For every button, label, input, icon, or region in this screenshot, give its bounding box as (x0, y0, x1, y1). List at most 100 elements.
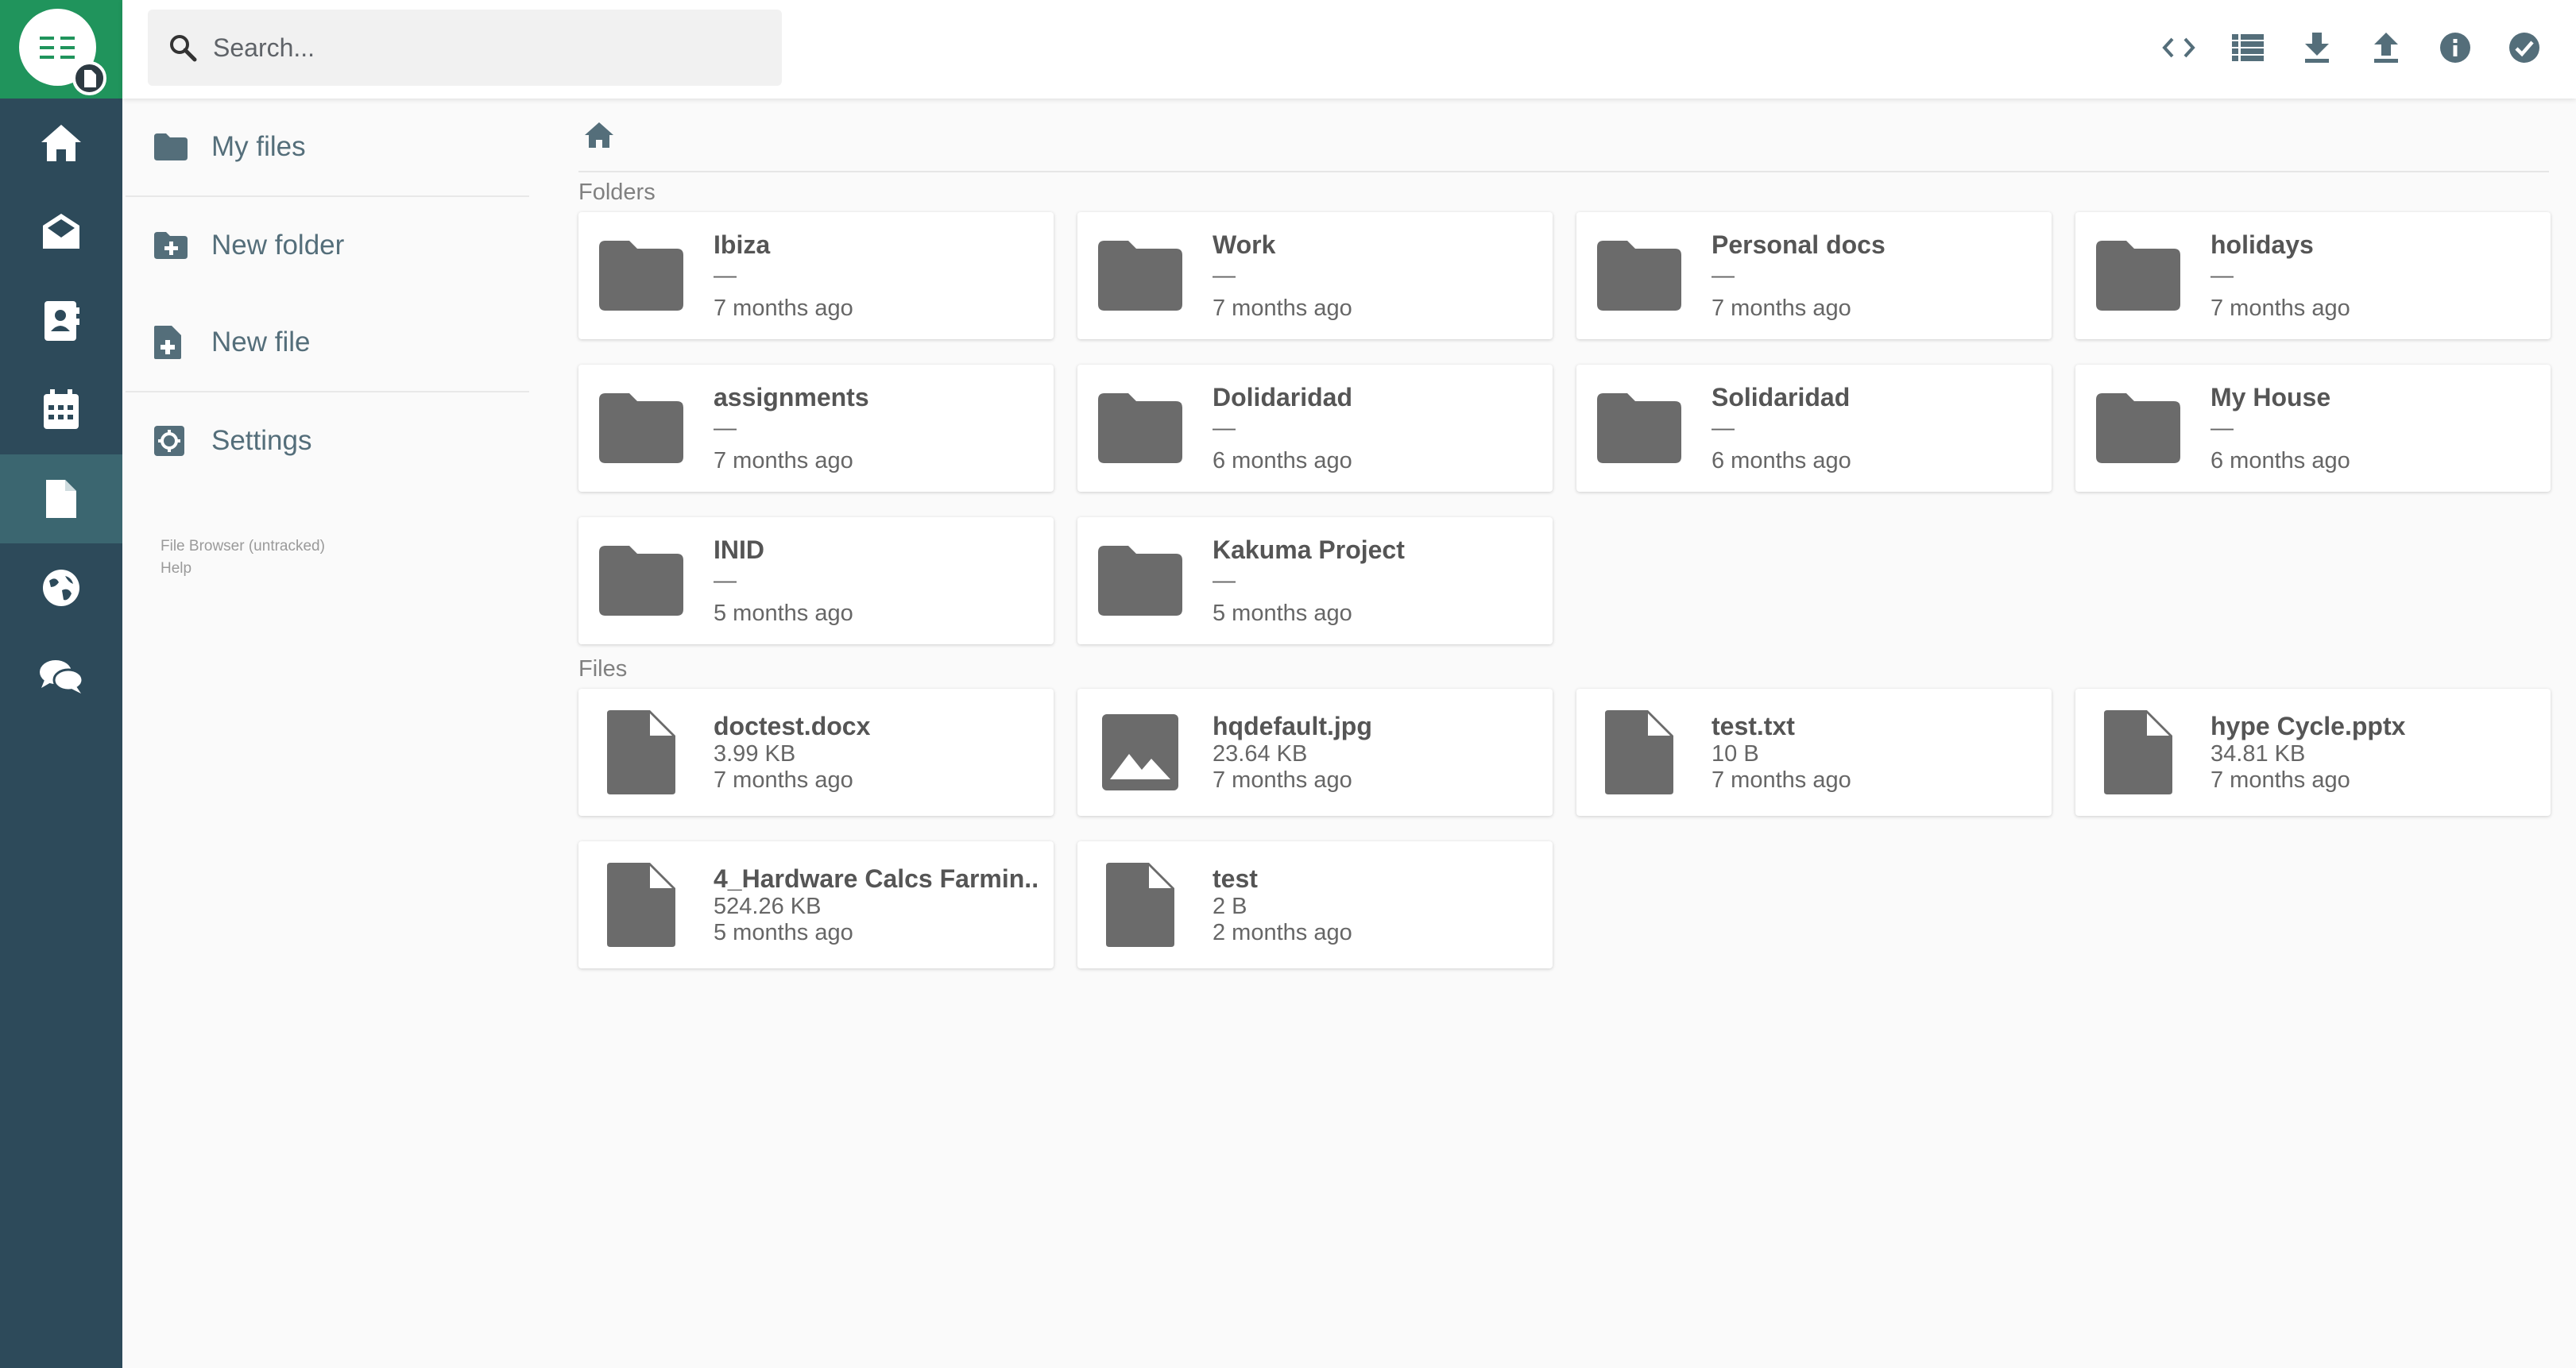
list-view-button[interactable] (2228, 24, 2268, 71)
item-modified: 6 months ago (2210, 447, 2350, 473)
item-size: — (2210, 415, 2234, 441)
folders-heading: Folders (578, 180, 656, 205)
folder-icon (1097, 385, 1184, 472)
upload-button[interactable] (2366, 24, 2406, 71)
image-icon (1097, 709, 1184, 796)
folder-item[interactable]: INID — 5 months ago (578, 517, 1054, 644)
file-item[interactable]: test.txt 10 B 7 months ago (1576, 689, 2052, 816)
item-name: Dolidaridad (1213, 382, 1353, 412)
top-bar (122, 0, 2576, 99)
folder-item[interactable]: Personal docs — 7 months ago (1576, 212, 2052, 339)
folder-icon (1595, 385, 1683, 472)
file-item[interactable]: 4_Hardware Calcs Farmin... 524.26 KB 5 m… (578, 841, 1054, 968)
rail-chat[interactable] (0, 632, 122, 721)
note-add-icon (154, 326, 189, 359)
file-icon (598, 709, 685, 796)
item-size: — (1213, 262, 1236, 288)
settings-icon (154, 426, 189, 456)
item-size: 23.64 KB (1213, 740, 1308, 767)
chat-icon (40, 660, 84, 694)
rail-files[interactable] (0, 454, 122, 543)
file-grid: doctest.docx 3.99 KB 7 months ago hqdefa… (578, 689, 2551, 968)
download-button[interactable] (2297, 24, 2337, 71)
home-icon[interactable] (583, 121, 615, 149)
files-heading: Files (578, 656, 628, 682)
rail-contacts[interactable] (0, 276, 122, 365)
item-name: assignments (714, 382, 869, 412)
sidebar-item-my-files[interactable]: My files (122, 99, 529, 195)
folder-icon (2094, 385, 2182, 472)
item-size: — (2210, 262, 2234, 288)
sidebar-item-settings[interactable]: Settings (122, 392, 529, 489)
item-modified: 7 months ago (2210, 295, 2350, 321)
folder-item[interactable]: Solidaridad — 6 months ago (1576, 365, 2052, 492)
folder-icon (1595, 232, 1683, 319)
item-name: Kakuma Project (1213, 535, 1405, 564)
breadcrumb (578, 99, 2549, 172)
item-modified: 7 months ago (1213, 295, 1352, 321)
folder-item[interactable]: Kakuma Project — 5 months ago (1077, 517, 1553, 644)
item-size: 2 B (1213, 893, 1247, 919)
folder-item[interactable]: Dolidaridad — 6 months ago (1077, 365, 1553, 492)
app-logo[interactable] (0, 0, 122, 99)
file-item[interactable]: hype Cycle.pptx 34.81 KB 7 months ago (2075, 689, 2551, 816)
item-modified: 5 months ago (714, 600, 853, 626)
select-button[interactable] (2504, 24, 2544, 71)
file-icon (46, 480, 76, 518)
item-modified: 6 months ago (1712, 447, 1851, 473)
rail-web[interactable] (0, 543, 122, 632)
list-icon (2232, 34, 2264, 61)
file-icon (1595, 709, 1683, 796)
item-name: doctest.docx (714, 711, 871, 740)
search-box[interactable] (148, 10, 782, 86)
help-link[interactable]: Help (161, 558, 529, 580)
item-size: 10 B (1712, 740, 1759, 767)
file-item[interactable]: test 2 B 2 months ago (1077, 841, 1553, 968)
item-modified: 7 months ago (714, 295, 853, 321)
info-button[interactable] (2435, 24, 2475, 71)
folder-item[interactable]: assignments — 7 months ago (578, 365, 1054, 492)
item-size: 3.99 KB (714, 740, 796, 767)
file-icon (2094, 709, 2182, 796)
rail-home[interactable] (0, 99, 122, 187)
sidebar-item-new-folder[interactable]: New folder (122, 197, 529, 294)
item-name: My House (2210, 382, 2331, 412)
sidebar-item-label: New folder (211, 230, 345, 261)
folder-item[interactable]: Work — 7 months ago (1077, 212, 1553, 339)
download-icon (2305, 33, 2329, 63)
rail-mail[interactable] (0, 187, 122, 276)
item-name: INID (714, 535, 764, 564)
code-view-button[interactable] (2159, 24, 2199, 71)
folder-item[interactable]: Ibiza — 7 months ago (578, 212, 1054, 339)
globe-icon (43, 570, 79, 606)
item-size: — (714, 415, 737, 441)
item-name: 4_Hardware Calcs Farmin... (714, 864, 1039, 893)
item-modified: 5 months ago (1213, 600, 1352, 626)
item-name: hqdefault.jpg (1213, 711, 1372, 740)
sidebar-item-label: Settings (211, 425, 312, 456)
folder-icon (2094, 232, 2182, 319)
folder-item[interactable]: holidays — 7 months ago (2075, 212, 2551, 339)
item-size: 524.26 KB (714, 893, 822, 919)
sidebar-item-label: New file (211, 327, 311, 357)
sidebar-item-new-file[interactable]: New file (122, 294, 529, 391)
sidebar-footer: File Browser (untracked) Help (122, 535, 529, 580)
code-icon (2162, 37, 2195, 58)
toolbar-actions (2159, 24, 2544, 71)
file-item[interactable]: hqdefault.jpg 23.64 KB 7 months ago (1077, 689, 1553, 816)
contacts-icon (44, 301, 79, 341)
item-size: — (1712, 262, 1735, 288)
file-badge-icon (72, 61, 106, 95)
folder-item[interactable]: My House — 6 months ago (2075, 365, 2551, 492)
item-modified: 7 months ago (714, 447, 853, 473)
sidebar-item-label: My files (211, 131, 306, 162)
item-size: — (714, 567, 737, 593)
item-size: — (1213, 415, 1236, 441)
item-size: — (714, 262, 737, 288)
main-content: Folders Ibiza — 7 months ago Work — 7 mo… (578, 99, 2551, 968)
file-item[interactable]: doctest.docx 3.99 KB 7 months ago (578, 689, 1054, 816)
search-input[interactable] (213, 33, 753, 63)
rail-calendar[interactable] (0, 365, 122, 454)
home-icon (41, 125, 81, 161)
item-name: Ibiza (714, 230, 771, 259)
